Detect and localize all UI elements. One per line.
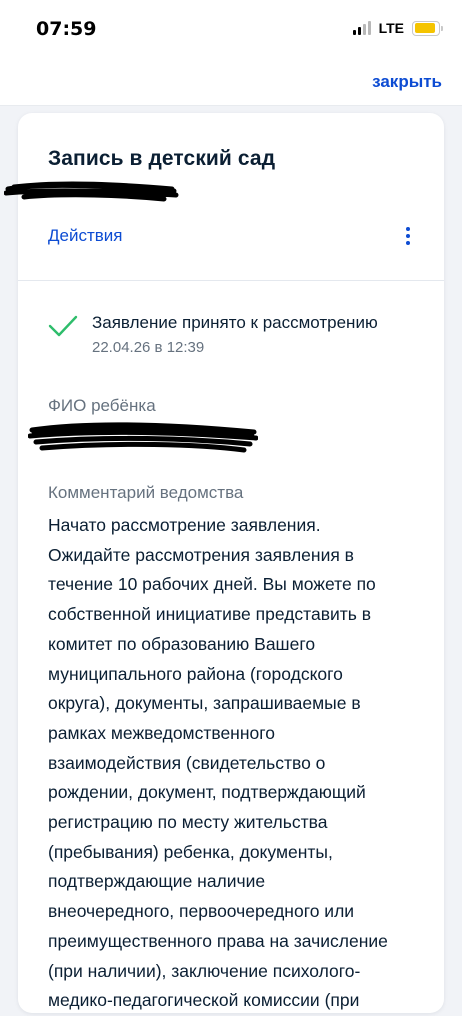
top-nav: закрыть	[0, 62, 462, 106]
actions-button[interactable]: Действия	[48, 226, 122, 246]
page-title: Запись в детский сад	[48, 147, 276, 170]
card-header: Запись в детский сад Действия	[4, 113, 444, 281]
comment-line: Начато рассмотрение заявления.	[48, 515, 321, 535]
comment-line: подтверждающие наличие	[48, 871, 266, 892]
comment-line: медико-педагогической комиссии (при	[48, 990, 360, 1011]
comment-line: муниципального района (городского	[48, 663, 343, 684]
comment-line: внеочередного, первоочередного или	[48, 901, 355, 922]
comment-line: преимущественного права на зачисление	[48, 930, 388, 951]
comment-line: округа), документы, запрашиваемые в	[48, 693, 361, 714]
comment-line: течение 10 рабочих дней. Вы можете по	[48, 574, 376, 595]
network-type: LTE	[378, 20, 404, 36]
close-link[interactable]: закрыть	[372, 72, 442, 92]
comment-line: (при наличии), заключение психолого-	[48, 960, 361, 981]
comment-line: (пребывания) ребенка, документы,	[48, 841, 333, 862]
application-card: Запись в детский сад Действия Заявление …	[4, 113, 444, 1016]
comment-line: комитет по образованию Вашего	[48, 633, 316, 654]
status-bar: 07:59 LTE	[0, 0, 462, 62]
status-text: Заявление принято к рассмотрению	[92, 313, 378, 332]
child-name-label: ФИО ребёнка	[48, 396, 156, 415]
comment-line: рождении, документ, подтверждающий	[48, 782, 366, 803]
status-time: 07:59	[36, 18, 97, 40]
battery-level	[414, 23, 436, 33]
redaction-scribble	[4, 181, 179, 202]
comment-label: Комментарий ведомства	[48, 483, 244, 502]
comment-line: собственной инициативе представить в	[48, 604, 372, 625]
comment-line: рамках межведомственного	[48, 722, 275, 743]
comment-line: регистрацию по месту жительства	[48, 812, 328, 833]
status-info: Заявление принято к рассмотрению 22.04.2…	[92, 311, 378, 356]
status-indicators: LTE	[352, 20, 443, 36]
redaction-scribble	[27, 422, 259, 453]
comment-line: взаимодействия (свидетельство о	[48, 752, 326, 773]
check-icon	[48, 315, 78, 337]
battery-icon	[412, 20, 443, 36]
status-date: 22.04.26 в 12:39	[92, 339, 205, 356]
comment-text: Начато рассмотрение заявления. Ожидайте р…	[48, 511, 414, 1016]
card-body: Заявление принято к рассмотрению 22.04.2…	[18, 281, 444, 1016]
actions-row: Действия	[48, 225, 414, 247]
signal-icon	[352, 21, 371, 35]
comment-line: Ожидайте рассмотрения заявления в	[48, 544, 354, 565]
application-status: Заявление принято к рассмотрению 22.04.2…	[48, 311, 414, 356]
more-options-icon[interactable]	[402, 225, 414, 247]
